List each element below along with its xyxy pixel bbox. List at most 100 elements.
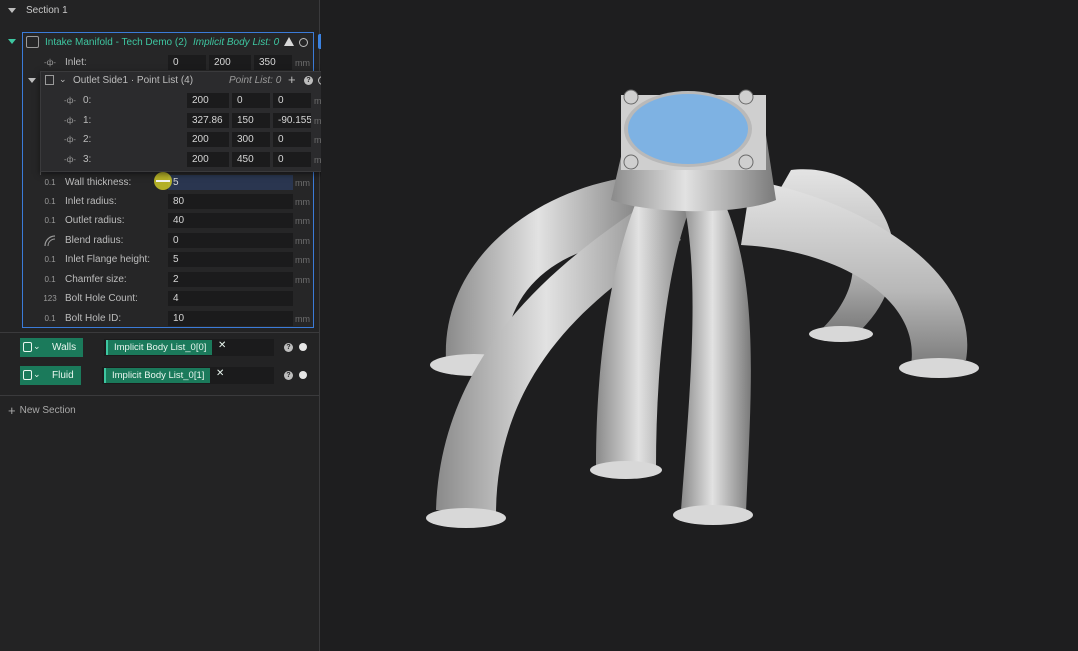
point-icon: -ф- (64, 116, 76, 125)
output-type-icon[interactable]: ⌄ (20, 366, 42, 385)
param-row-bolt-hole-count: 123 Bolt Hole Count: 4 (23, 289, 313, 308)
node-type-icon (26, 36, 39, 48)
params-list: 0.1 Wall thickness: 5 mm 0.1 Inlet radiu… (23, 173, 313, 333)
param-label: Chamfer size: (65, 274, 127, 285)
point-x-field[interactable]: 327.86 (187, 113, 229, 128)
param-row-chamfer-size: 0.1 Chamfer size: 2 mm (23, 270, 313, 289)
inlet-x-field[interactable]: 0 (168, 55, 206, 70)
point-z-field[interactable]: 0 (273, 132, 311, 147)
section-title: Section 1 (26, 5, 68, 16)
point-icon: -ф- (64, 135, 76, 144)
bolt-hole (738, 89, 754, 105)
point-row: -ф- 1: 327.86 150 -90.155 mm (41, 111, 332, 130)
collapse-caret-icon[interactable] (8, 8, 16, 13)
param-unit: mm (295, 274, 310, 285)
section-header[interactable]: Section 1 (0, 0, 320, 22)
decimal-icon: 0.1 (44, 255, 56, 264)
inlet-label: Inlet: (65, 57, 87, 68)
bolt-hole (623, 154, 639, 170)
inlet-z-field[interactable]: 350 (254, 55, 292, 70)
param-label: Blend radius: (65, 235, 124, 246)
param-unit: mm (295, 254, 310, 265)
point-x-field[interactable]: 200 (187, 152, 229, 167)
point-list-subpanel[interactable]: ⌄ Outlet Side1 · Point List (4) Point Li… (28, 71, 333, 172)
pipe-front-center (681, 190, 751, 512)
point-label: 1: (83, 115, 92, 126)
chamfer-size-field[interactable]: 2 (168, 272, 293, 287)
flange-back-right (809, 326, 873, 342)
inlet-radius-field[interactable]: 80 (168, 194, 293, 209)
param-unit: mm (295, 313, 310, 324)
point-row: -ф- 2: 200 300 0 mm (41, 130, 332, 149)
inlet-row: -ф- Inlet: 0 200 350 mm (23, 53, 313, 72)
output-fluid[interactable]: ⌄ Fluid Implicit Body List_0[1] ✕ ? (20, 366, 314, 385)
node-settings-icon[interactable] (299, 38, 308, 47)
point-icon: -ф- (44, 58, 56, 67)
param-row-inlet-radius: 0.1 Inlet radius: 80 mm (23, 192, 313, 211)
decimal-icon: 0.1 (44, 275, 56, 284)
body-icon (23, 370, 32, 380)
chevron-down-icon: ⌄ (33, 369, 41, 379)
param-label: Bolt Hole Count: (65, 293, 138, 304)
point-label: 2: (83, 134, 92, 145)
output-type-icon[interactable]: ⌄ (20, 338, 42, 357)
add-point-icon[interactable]: + (288, 72, 296, 87)
node-subtitle: Implicit Body List: 0 (193, 37, 280, 48)
decimal-icon: 0.1 (44, 216, 56, 225)
bolt-hole (738, 154, 754, 170)
flange-height-field[interactable]: 5 (168, 252, 293, 267)
help-icon[interactable]: ? (304, 76, 313, 85)
warning-icon[interactable] (284, 37, 294, 46)
subpanel-collapse-caret-icon[interactable] (28, 78, 36, 83)
point-y-field[interactable]: 150 (232, 113, 270, 128)
output-chip[interactable]: Implicit Body List_0[1] (104, 368, 211, 383)
point-x-field[interactable]: 200 (187, 93, 229, 108)
flange-center (590, 461, 662, 479)
output-link-field[interactable]: Implicit Body List_0[0] ✕ (104, 339, 274, 356)
flange-right (899, 358, 979, 378)
node-header[interactable]: Intake Manifold - Tech Demo (2) Implicit… (23, 33, 313, 52)
param-label: Outlet radius: (65, 215, 125, 226)
param-unit: mm (295, 235, 310, 246)
node-graph-panel: Section 1 Intake Manifold - Tech Demo (2… (0, 0, 333, 651)
outlet-radius-field[interactable]: 40 (168, 213, 293, 228)
point-z-field[interactable]: -90.155 (273, 113, 311, 128)
point-list-subtitle: Point List: 0 (229, 75, 282, 86)
chevron-down-icon[interactable]: ⌄ (59, 74, 67, 85)
plus-icon: + (8, 402, 16, 418)
point-icon: -ф- (64, 96, 76, 105)
point-y-field[interactable]: 450 (232, 152, 270, 167)
point-y-field[interactable]: 300 (232, 132, 270, 147)
output-link-field[interactable]: Implicit Body List_0[1] ✕ (102, 367, 274, 384)
decimal-icon: 0.1 (44, 178, 56, 187)
node-collapse-caret-icon[interactable] (8, 39, 16, 44)
point-z-field[interactable]: 0 (273, 93, 311, 108)
help-icon[interactable]: ? (284, 371, 293, 380)
point-list-title: Outlet Side1 · Point List (4) (73, 75, 194, 86)
bolt-hole-count-field[interactable]: 4 (168, 291, 293, 306)
drag-handle[interactable] (154, 172, 172, 190)
status-dot (299, 371, 307, 379)
point-x-field[interactable]: 200 (187, 132, 229, 147)
new-section-button[interactable]: + New Section (8, 402, 76, 418)
output-walls[interactable]: ⌄ Walls Implicit Body List_0[0] ✕ ? (20, 338, 314, 357)
point-label: 0: (83, 95, 92, 106)
inlet-face[interactable] (628, 94, 748, 164)
manifold-render[interactable] (321, 0, 1078, 651)
param-unit: mm (295, 196, 310, 207)
output-chip[interactable]: Implicit Body List_0[0] (106, 340, 213, 355)
decimal-icon: 0.1 (44, 197, 56, 206)
point-y-field[interactable]: 0 (232, 93, 270, 108)
bolt-hole-id-field[interactable]: 10 (168, 311, 293, 326)
remove-chip-icon[interactable]: ✕ (216, 368, 224, 379)
blend-radius-field[interactable]: 0 (168, 233, 293, 248)
divider (0, 395, 320, 396)
remove-chip-icon[interactable]: ✕ (218, 340, 226, 351)
wall-thickness-field[interactable]: 5 (168, 175, 293, 190)
param-row-flange-height: 0.1 Inlet Flange height: 5 mm (23, 250, 313, 269)
point-z-field[interactable]: 0 (273, 152, 311, 167)
help-icon[interactable]: ? (284, 343, 293, 352)
inlet-unit: mm (295, 57, 310, 68)
3d-viewport[interactable] (321, 0, 1078, 651)
inlet-y-field[interactable]: 200 (209, 55, 251, 70)
